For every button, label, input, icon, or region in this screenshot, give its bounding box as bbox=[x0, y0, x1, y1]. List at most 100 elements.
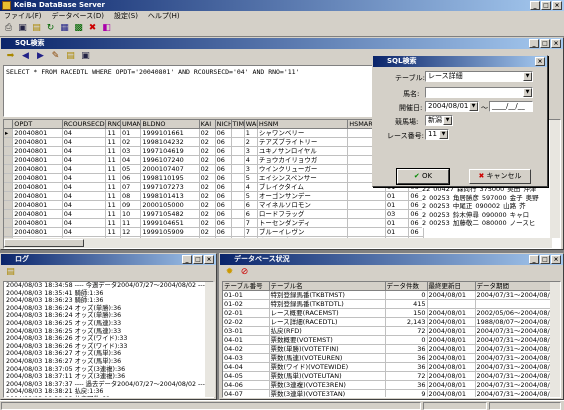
result-cell[interactable]: 04 bbox=[62, 146, 107, 156]
db-cell[interactable]: 2004/08/01 bbox=[427, 344, 476, 354]
result-cell[interactable] bbox=[231, 173, 245, 183]
result-cell[interactable]: 06 bbox=[215, 137, 232, 147]
result-cell[interactable]: 1997107273 bbox=[140, 182, 200, 192]
db-cell[interactable]: 特別登録馬番(TKBTDTL) bbox=[269, 299, 386, 309]
db-cell[interactable]: 票数(馬連)(VOTEUREN) bbox=[269, 353, 386, 363]
result-cell[interactable]: 20040801 bbox=[12, 155, 63, 165]
result-row[interactable]: 20040801 04 11 10 1997105482 02 06 6 ロードフラッグ 03 06 bbox=[4, 209, 424, 219]
result-cell[interactable]: 01 bbox=[120, 128, 142, 138]
result-cell[interactable]: 4 bbox=[244, 155, 258, 165]
db-cell[interactable]: 2004/07/31～2004/08/01 bbox=[475, 335, 553, 345]
db-cell[interactable]: 04-02 bbox=[223, 344, 270, 354]
result-cell[interactable]: 20040801 bbox=[12, 218, 63, 228]
result-cell[interactable]: ユキノサンロイヤル bbox=[257, 146, 349, 156]
db-cell[interactable]: 票数(ワイド)(VOTEWIDE) bbox=[269, 362, 386, 372]
delete-icon[interactable]: ✖ bbox=[86, 22, 99, 34]
result-cell[interactable] bbox=[231, 182, 245, 192]
result-column-header[interactable]: OPDT bbox=[12, 120, 63, 129]
menu-file[interactable]: ファイル(F) bbox=[4, 11, 42, 21]
result-cell[interactable]: トーセンダンディ bbox=[257, 218, 349, 228]
log-vertical-scrollbar[interactable] bbox=[205, 282, 215, 397]
result-cell[interactable]: 11 bbox=[105, 209, 121, 219]
result-row[interactable]: 20040801041102199810423202062テアズブライトリー01… bbox=[4, 137, 424, 147]
result-cell[interactable] bbox=[347, 200, 387, 210]
result-cell[interactable]: 03 bbox=[120, 146, 142, 156]
log-list[interactable]: 2004/08/03 18:34:58 ---- 今週データ2004/07/27… bbox=[3, 281, 214, 398]
result-cell[interactable]: 06 bbox=[215, 191, 232, 201]
db-cell[interactable]: 2004/07/31～2004/08/01 bbox=[475, 371, 553, 381]
result-cell[interactable]: 11 bbox=[105, 200, 121, 210]
result-cell[interactable]: 20040801 bbox=[12, 146, 63, 156]
result-cell[interactable]: 02 bbox=[120, 137, 142, 147]
result-cell[interactable]: 02 bbox=[199, 128, 216, 138]
result-cell[interactable]: ブルーイレヴン bbox=[257, 227, 349, 237]
db-cell[interactable]: 36 bbox=[385, 344, 428, 354]
db-cell[interactable]: 36 bbox=[385, 380, 428, 390]
result-cell[interactable]: 11 bbox=[105, 137, 121, 147]
result-cell[interactable]: 04 bbox=[62, 209, 107, 219]
result-cell[interactable]: 1 bbox=[244, 128, 258, 138]
result-vertical-scrollbar[interactable] bbox=[550, 120, 560, 238]
db-cell[interactable]: 0 bbox=[385, 335, 428, 345]
result-column-header[interactable]: NICHI bbox=[215, 120, 232, 129]
db-cell[interactable]: 72 bbox=[385, 326, 428, 336]
table-select[interactable]: レース詳細 ▼ bbox=[425, 71, 533, 82]
result-cell[interactable]: 1998110195 bbox=[140, 173, 200, 183]
db-cell[interactable]: 01-02 bbox=[223, 299, 270, 309]
result-cell[interactable]: 1999105909 bbox=[140, 227, 200, 237]
db-cell[interactable]: 2004/08/01 bbox=[427, 317, 476, 327]
folder-icon[interactable]: ▤ bbox=[4, 266, 17, 278]
db-cell[interactable]: 2004/08/01 bbox=[427, 362, 476, 372]
result-cell[interactable]: 06 bbox=[215, 218, 232, 228]
result-cell[interactable]: 06 bbox=[215, 128, 232, 138]
result-cell[interactable]: 04 bbox=[62, 173, 107, 183]
result-cell[interactable]: 02 bbox=[199, 164, 216, 174]
result-cell[interactable]: ロードフラッグ bbox=[257, 209, 349, 219]
menu-settings[interactable]: 設定(S) bbox=[114, 11, 138, 21]
menu-help[interactable]: ヘルプ(H) bbox=[148, 11, 180, 21]
minimize-button[interactable]: _ bbox=[530, 1, 540, 10]
db-cell[interactable]: 2004/07/31～2004/08/01 bbox=[475, 344, 553, 354]
result-cell[interactable]: 2000105000 bbox=[140, 200, 200, 210]
db-cell[interactable]: 03-01 bbox=[223, 326, 270, 336]
result-cell[interactable]: 04 bbox=[62, 137, 107, 147]
db-column-header[interactable]: テーブル名 bbox=[269, 282, 386, 291]
result-cell[interactable]: 02 bbox=[199, 218, 216, 228]
db-close-button[interactable]: × bbox=[551, 255, 561, 264]
db-cell[interactable]: 2,143 bbox=[385, 317, 428, 327]
db-cell[interactable]: 0 bbox=[385, 290, 428, 300]
result-cell[interactable]: 06 bbox=[215, 146, 232, 156]
result-row[interactable]: 20040801041105200010740702063ウインクリューガー01… bbox=[4, 164, 424, 174]
edit-icon[interactable]: ✎ bbox=[49, 50, 62, 62]
db-cell[interactable]: 払戻(RFD) bbox=[269, 326, 386, 336]
result-cell[interactable]: 1997104619 bbox=[140, 146, 200, 156]
result-cell[interactable]: 3 bbox=[244, 164, 258, 174]
result-cell[interactable]: 01 bbox=[385, 200, 410, 210]
db-cell[interactable]: 1988/08/07～2004/08/01 bbox=[475, 317, 553, 327]
result-cell[interactable]: 20040801 bbox=[12, 164, 63, 174]
result-row[interactable]: 20040801 04 11 07 1997107273 02 06 4 ブレイクタイム 01 06 bbox=[4, 182, 424, 192]
result-row[interactable]: 20040801041104199610724002064チョウカイリョウガ01… bbox=[4, 155, 424, 165]
db-cell[interactable] bbox=[475, 299, 553, 309]
result-cell[interactable]: 06 bbox=[215, 227, 232, 237]
result-cell[interactable] bbox=[347, 218, 387, 228]
result-cell[interactable]: 12 bbox=[120, 227, 142, 237]
result-column-header[interactable]: TIME bbox=[231, 120, 245, 129]
result-cell[interactable]: 04 bbox=[62, 128, 107, 138]
result-cell[interactable]: 11 bbox=[105, 191, 121, 201]
db-cell[interactable]: 2004/08/01 bbox=[427, 389, 476, 397]
sql-close-button[interactable]: × bbox=[551, 39, 561, 48]
result-row[interactable]: 20040801041106199811019502065エイシンスペンサー01… bbox=[4, 173, 424, 183]
result-cell[interactable]: 02 bbox=[199, 191, 216, 201]
db-cell[interactable]: 票数(3連単)(VOTE3TAN) bbox=[269, 389, 386, 397]
result-cell[interactable] bbox=[231, 191, 245, 201]
back-icon[interactable]: ◀ bbox=[19, 50, 32, 62]
result-cell[interactable]: 1998101413 bbox=[140, 191, 200, 201]
db-row[interactable]: 04-01 票数概要(VOTEMST) 0 2004/08/01 2004/07/31～… bbox=[223, 335, 553, 345]
db-cell[interactable]: 票数概要(VOTEMST) bbox=[269, 335, 386, 345]
result-cell[interactable]: 11 bbox=[105, 128, 121, 138]
result-cell[interactable]: 09 bbox=[120, 200, 142, 210]
db-row[interactable]: 04-03 票数(馬連)(VOTEUREN) 36 2004/08/01 2004/07… bbox=[223, 353, 553, 363]
result-cell[interactable]: 02 bbox=[199, 137, 216, 147]
result-column-header[interactable]: WAKNO bbox=[244, 120, 258, 129]
